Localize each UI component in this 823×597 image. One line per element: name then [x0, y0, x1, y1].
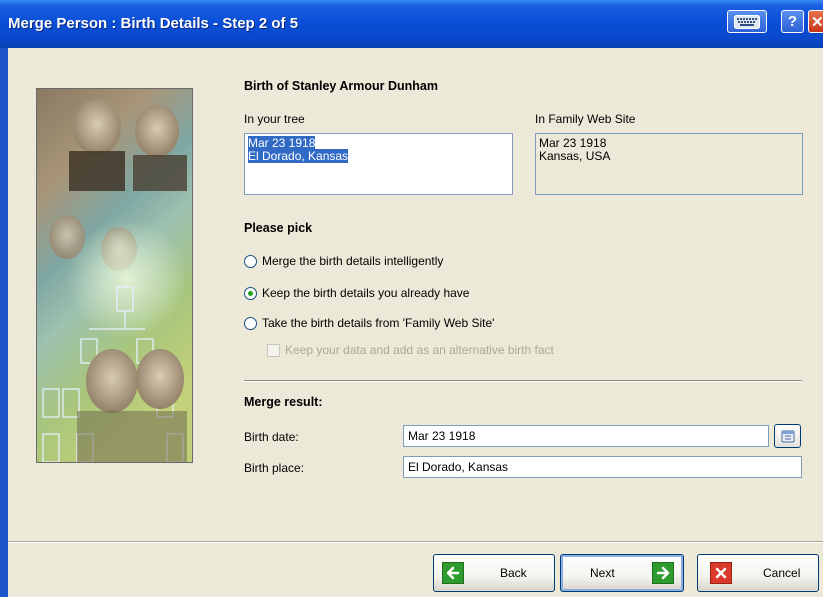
- keyboard-icon[interactable]: [727, 10, 767, 33]
- alternative-fact-label: Keep your data and add as an alternative…: [285, 343, 554, 357]
- footer-divider: [8, 541, 823, 543]
- web-birth-details[interactable]: Mar 23 1918 Kansas, USA: [535, 133, 803, 195]
- next-label: Next: [590, 566, 615, 580]
- arrow-left-icon: [442, 562, 464, 584]
- birth-date-input[interactable]: Mar 23 1918: [403, 425, 769, 447]
- radio-button[interactable]: [244, 316, 257, 330]
- window-title: Merge Person : Birth Details - Step 2 of…: [8, 15, 299, 32]
- calendar-icon: [781, 430, 794, 443]
- family-collage-image: [36, 88, 193, 463]
- please-pick-heading: Please pick: [244, 221, 313, 235]
- back-label: Back: [500, 566, 527, 580]
- back-button[interactable]: Back: [433, 554, 555, 592]
- keep-existing-option[interactable]: Keep the birth details you already have: [244, 286, 469, 300]
- option-label: Merge the birth details intelligently: [262, 254, 444, 268]
- arrow-right-icon: [651, 562, 674, 584]
- cancel-button[interactable]: Cancel: [697, 554, 819, 592]
- merge-intelligently-option[interactable]: Merge the birth details intelligently: [244, 254, 443, 268]
- alternative-fact-checkbox-row[interactable]: Keep your data and add as an alternative…: [267, 343, 554, 357]
- option-label: Take the birth details from 'Family Web …: [262, 316, 495, 330]
- birth-comparison-heading: Birth of Stanley Armour Dunham: [244, 79, 438, 93]
- take-from-web-option[interactable]: Take the birth details from 'Family Web …: [244, 316, 494, 330]
- section-divider: [244, 380, 802, 382]
- tree-birth-place: El Dorado, Kansas: [248, 149, 349, 163]
- close-icon: [710, 562, 732, 584]
- web-birth-place: Kansas, USA: [539, 149, 611, 163]
- title-bar[interactable]: Merge Person : Birth Details - Step 2 of…: [0, 0, 823, 48]
- in-your-tree-label: In your tree: [244, 112, 305, 126]
- radio-button[interactable]: [244, 254, 257, 268]
- tree-birth-date: Mar 23 1918: [248, 136, 316, 150]
- tree-birth-details[interactable]: Mar 23 1918 El Dorado, Kansas: [244, 133, 513, 195]
- radio-button-selected[interactable]: [244, 286, 257, 300]
- merge-result-heading: Merge result:: [244, 395, 323, 409]
- cancel-label: Cancel: [763, 566, 801, 580]
- help-icon[interactable]: ?: [781, 10, 804, 33]
- in-family-web-site-label: In Family Web Site: [535, 112, 636, 126]
- calendar-button[interactable]: [774, 424, 801, 448]
- option-label: Keep the birth details you already have: [262, 286, 470, 300]
- window-frame: [0, 48, 8, 597]
- web-birth-date: Mar 23 1918: [539, 136, 607, 150]
- close-icon[interactable]: ✕: [808, 10, 823, 33]
- alternative-fact-checkbox[interactable]: [267, 343, 280, 357]
- birth-date-label: Birth date:: [244, 430, 299, 444]
- birth-place-label: Birth place:: [244, 461, 305, 475]
- next-button[interactable]: Next: [560, 554, 684, 592]
- birth-place-input[interactable]: El Dorado, Kansas: [403, 456, 802, 478]
